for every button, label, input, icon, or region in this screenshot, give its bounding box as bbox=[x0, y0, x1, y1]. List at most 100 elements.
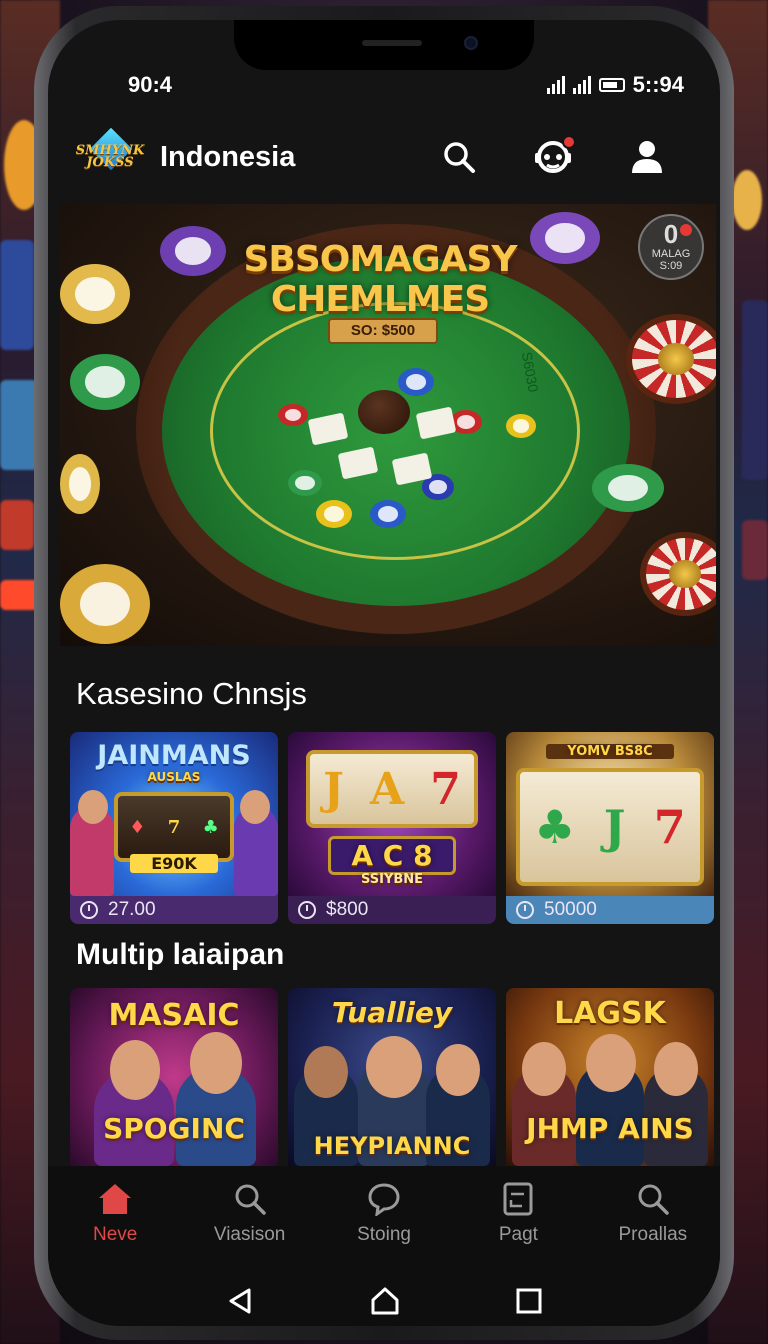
game-bottom-caption: JHMP AINS bbox=[526, 1112, 694, 1145]
multiplayer-games-row: MASAIC SPOGINC Tualliey HEYPIANNC LAGSK … bbox=[70, 988, 716, 1166]
bottom-navigation: Neve Viasison Stoing Pagt Proallas bbox=[48, 1166, 720, 1262]
nav-label: Proallas bbox=[618, 1224, 688, 1245]
nav-proallas[interactable]: Proallas bbox=[586, 1166, 720, 1262]
app-header: SMHYNK JOKSS Indonesia bbox=[48, 116, 720, 198]
game-tile-art: J A 7 A C 8 SSIYBNE bbox=[288, 732, 496, 896]
game-title: LAGSK bbox=[554, 996, 666, 1031]
poker-chip bbox=[60, 454, 100, 514]
game-tile-art: YOMV BS8C ♣ J 7 bbox=[506, 732, 714, 896]
nav-viasison[interactable]: Viasison bbox=[182, 1166, 316, 1262]
phone-screen: 90:4 5::94 SMHYNK JOKSS Indonesia SBSOMA… bbox=[48, 20, 720, 1326]
nav-label: Neve bbox=[93, 1224, 138, 1245]
poker-chip bbox=[60, 264, 130, 324]
game-tile-footer: 27.00 bbox=[70, 896, 278, 924]
speaker-grille bbox=[362, 40, 422, 46]
player-face bbox=[110, 1040, 160, 1100]
search-icon bbox=[235, 1184, 266, 1215]
poker-chip bbox=[370, 500, 406, 528]
badge-dot bbox=[680, 224, 692, 236]
game-tile-art: MASAIC SPOGINC bbox=[70, 988, 278, 1166]
player-face bbox=[190, 1032, 242, 1094]
search-icon bbox=[638, 1184, 669, 1215]
game-title: Tualliey bbox=[331, 996, 453, 1029]
slot-machine: ♦ 7 ♣ bbox=[114, 792, 234, 862]
page-icon bbox=[503, 1182, 533, 1216]
game-tile-footer: 50000 bbox=[506, 896, 714, 924]
front-camera bbox=[464, 36, 478, 50]
poker-chip bbox=[316, 500, 352, 528]
game-tile[interactable]: LAGSK JHMP AINS bbox=[506, 988, 714, 1166]
game-tile[interactable]: Tualliey HEYPIANNC bbox=[288, 988, 496, 1166]
poker-chip bbox=[160, 226, 226, 276]
game-title: JAINMANS bbox=[97, 740, 251, 771]
recents-icon[interactable] bbox=[515, 1287, 543, 1315]
poker-chip bbox=[288, 470, 322, 496]
game-tile[interactable]: JAINMANS AUSLAS ♦ 7 ♣ E90K 27.00 bbox=[70, 732, 278, 924]
slot-reels: ♣ J 7 bbox=[516, 768, 704, 886]
game-subtitle: SSIYBNE bbox=[360, 872, 424, 887]
battery-icon bbox=[598, 78, 625, 92]
game-subtitle: AUSLAS bbox=[147, 770, 201, 784]
home-icon bbox=[99, 1184, 132, 1214]
game-bottom-caption: HEYPIANNC bbox=[313, 1132, 471, 1160]
player-face bbox=[586, 1034, 636, 1092]
game-tile-art: Tualliey HEYPIANNC bbox=[288, 988, 496, 1166]
phone-frame: 90:4 5::94 SMHYNK JOKSS Indonesia SBSOMA… bbox=[34, 6, 734, 1340]
status-time: 90:4 bbox=[128, 72, 173, 97]
back-icon[interactable] bbox=[225, 1286, 255, 1316]
poker-chip bbox=[60, 564, 150, 644]
player-face bbox=[78, 790, 108, 824]
casino-games-row: JAINMANS AUSLAS ♦ 7 ♣ E90K 27.00 J A 7 A… bbox=[70, 732, 716, 924]
game-tile-art: LAGSK JHMP AINS bbox=[506, 988, 714, 1166]
status-indicators: 5::94 bbox=[546, 72, 684, 98]
clock-icon bbox=[298, 901, 316, 919]
section-title-casino: Kasesino Chnsjs bbox=[76, 676, 307, 711]
game-tile[interactable]: J A 7 A C 8 SSIYBNE $800 bbox=[288, 732, 496, 924]
app-logo[interactable]: SMHYNK JOKSS bbox=[74, 127, 146, 182]
support-chat-button[interactable] bbox=[506, 127, 600, 187]
badge-subtext: S:09 bbox=[659, 260, 683, 272]
poker-chip bbox=[398, 368, 434, 396]
notch bbox=[234, 20, 534, 70]
roulette-wheel bbox=[626, 314, 716, 404]
badge-text: MALAG bbox=[651, 248, 691, 260]
search-button[interactable] bbox=[412, 127, 506, 187]
profile-icon bbox=[632, 141, 662, 173]
header-actions bbox=[412, 127, 694, 187]
game-tile[interactable]: YOMV BS8C ♣ J 7 50000 bbox=[506, 732, 714, 924]
clock-icon bbox=[516, 901, 534, 919]
game-subtitle: YOMV BS8C bbox=[546, 744, 674, 759]
dealer-puck bbox=[358, 390, 410, 434]
player-face bbox=[654, 1042, 698, 1096]
hero-banner[interactable]: SBSOMAGASY CHEMLMES SO: $500 S6030 0 MAL… bbox=[60, 204, 716, 646]
hero-badge[interactable]: 0 MALAG S:09 bbox=[638, 214, 704, 280]
badge-number: 0 bbox=[663, 219, 679, 249]
game-value: 27.00 bbox=[108, 899, 156, 920]
game-tile-art: JAINMANS AUSLAS ♦ 7 ♣ E90K bbox=[70, 732, 278, 896]
game-bottom-caption: SPOGINC bbox=[103, 1112, 245, 1145]
slot-screen-text: E90K bbox=[130, 854, 218, 873]
nav-stoing[interactable]: Stoing bbox=[317, 1166, 451, 1262]
nav-label: Pagt bbox=[498, 1224, 538, 1245]
game-value: $800 bbox=[326, 899, 369, 920]
slot-screen-text: A C 8 bbox=[328, 836, 456, 875]
hero-subtitle: SO: $500 bbox=[328, 318, 438, 344]
nav-pagt[interactable]: Pagt bbox=[451, 1166, 585, 1262]
poker-chip bbox=[278, 404, 308, 426]
poker-chip bbox=[506, 414, 536, 438]
game-tile-footer: $800 bbox=[288, 896, 496, 924]
home-button-icon[interactable] bbox=[370, 1286, 400, 1316]
game-title: MASAIC bbox=[108, 998, 240, 1033]
roulette-wheel bbox=[640, 532, 716, 616]
player-face bbox=[240, 790, 270, 824]
game-value: 50000 bbox=[544, 899, 597, 920]
notification-dot bbox=[562, 135, 576, 149]
poker-chip bbox=[592, 464, 664, 512]
game-tile[interactable]: MASAIC SPOGINC bbox=[70, 988, 278, 1166]
system-navigation-bar bbox=[48, 1262, 720, 1326]
nav-label: Viasison bbox=[213, 1224, 286, 1245]
section-title-multiplayer: Multip laiaipan bbox=[76, 938, 285, 971]
nav-label: Stoing bbox=[357, 1224, 411, 1245]
profile-button[interactable] bbox=[600, 127, 694, 187]
nav-home[interactable]: Neve bbox=[48, 1166, 182, 1262]
